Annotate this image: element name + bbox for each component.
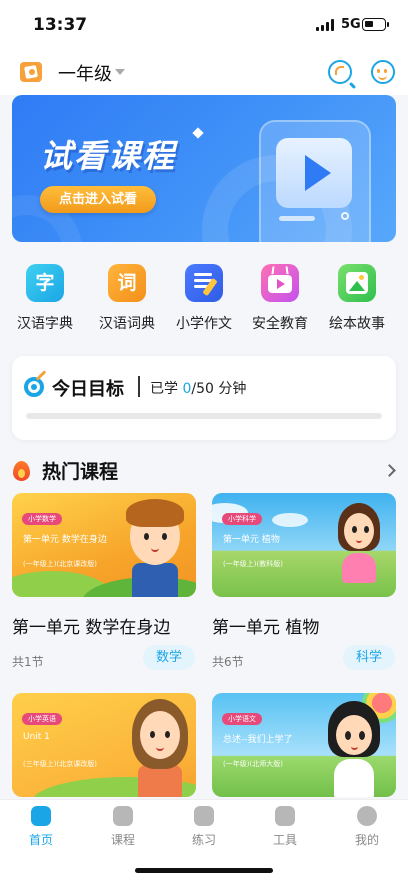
tab-label: 课程 [110, 833, 135, 847]
course-card[interactable]: 小学语文 总述--我们上学了 (一年级)(北师大版) [212, 693, 396, 797]
flame-icon [13, 461, 30, 481]
lesson-count: 共1节 [12, 655, 44, 669]
tab-practice[interactable]: 练习 [163, 800, 245, 860]
thumb-subtitle: (一年级)(北师大版) [223, 760, 283, 768]
divider [138, 376, 140, 397]
tab-label: 工具 [272, 833, 297, 847]
battery-icon [362, 18, 389, 31]
banner-title: 试看课程 [40, 137, 177, 175]
home-indicator [135, 868, 273, 873]
thumb-subtitle: (一年级上)(教科版) [223, 560, 283, 568]
word-icon: 词 [108, 264, 146, 302]
lesson-count: 共6节 [212, 655, 244, 669]
picture-icon [338, 264, 376, 302]
enter-trial-button[interactable]: 点击进入试看 [40, 186, 156, 213]
course-thumbnail: 小学语文 总述--我们上学了 (一年级)(北师大版) [212, 693, 396, 797]
category-label: 小学作文 [176, 316, 232, 332]
app-header: 一年级 [0, 50, 408, 95]
phone-illustration [259, 120, 371, 242]
chevron-right-icon[interactable] [383, 464, 396, 477]
thumb-title: 总述--我们上学了 [223, 735, 293, 745]
notepad-pencil-icon [185, 264, 223, 302]
grade-selector[interactable]: 一年级 [58, 60, 112, 86]
message-icon[interactable] [371, 60, 395, 84]
tab-courses[interactable]: 课程 [82, 800, 164, 860]
sparkle-icon [192, 127, 204, 139]
goal-title: 今日目标 [52, 379, 124, 400]
course-title: 第一单元 植物 [212, 618, 320, 638]
course-thumbnail: 小学英语 Unit 1 (三年级上)(北京课改版) [12, 693, 196, 797]
trial-course-banner[interactable]: 试看课程 点击进入试看 [12, 95, 396, 242]
tab-profile[interactable]: 我的 [326, 800, 408, 860]
course-card[interactable]: 小学数学 第一单元 数学在身边 (一年级上)(北京课改版) 第一单元 数学在身边… [12, 493, 196, 673]
tv-play-icon [261, 264, 299, 302]
hot-courses-header: 热门课程 [0, 456, 408, 486]
course-card[interactable]: 小学英语 Unit 1 (三年级上)(北京课改版) [12, 693, 196, 797]
tab-home[interactable]: 首页 [0, 800, 82, 860]
category-safety[interactable]: 安全教育 [245, 255, 315, 337]
category-composition[interactable]: 小学作文 [169, 255, 239, 337]
course-thumbnail: 小学数学 第一单元 数学在身边 (一年级上)(北京课改版) [12, 493, 196, 597]
course-thumbnail: 小学科学 第一单元 植物 (一年级上)(教科版) [212, 493, 396, 597]
category-dictionary[interactable]: 字 汉语字典 [10, 255, 80, 337]
category-word-dictionary[interactable]: 词 汉语词典 [92, 255, 162, 337]
category-picture-books[interactable]: 绘本故事 [322, 255, 392, 337]
goal-progress-bar [26, 413, 382, 419]
character-icon: 字 [26, 264, 64, 302]
status-time: 13:37 [33, 15, 88, 35]
subject-tag: 小学英语 [22, 713, 62, 725]
category-label: 绘本故事 [329, 316, 385, 332]
thumb-subtitle: (三年级上)(北京课改版) [23, 760, 97, 768]
category-label: 汉语字典 [17, 316, 73, 332]
target-icon [24, 377, 44, 397]
search-icon[interactable] [328, 60, 352, 84]
home-icon [31, 806, 51, 826]
profile-icon [357, 806, 377, 826]
category-label: 安全教育 [252, 316, 308, 332]
course-title: 第一单元 数学在身边 [12, 618, 171, 638]
category-label: 汉语词典 [99, 316, 155, 332]
network-label: 5G [341, 17, 361, 32]
daily-goal-card[interactable]: 今日目标 已学 0/50 分钟 [12, 356, 396, 440]
goal-progress-text: 已学 0/50 分钟 [150, 381, 247, 397]
course-card[interactable]: 小学科学 第一单元 植物 (一年级上)(教科版) 第一单元 植物 共6节 科学 [212, 493, 396, 673]
book-icon [113, 806, 133, 826]
app-logo-icon [20, 62, 42, 82]
tab-label: 练习 [191, 833, 216, 847]
category-row: 字 汉语字典 词 汉语词典 小学作文 安全教育 绘本故事 [0, 255, 408, 337]
play-icon [305, 155, 331, 191]
tab-label: 首页 [28, 833, 53, 847]
tab-tools[interactable]: 工具 [244, 800, 326, 860]
subject-badge[interactable]: 数学 [143, 645, 195, 670]
subject-tag: 小学数学 [22, 513, 62, 525]
section-title: 热门课程 [42, 461, 119, 483]
status-bar: 13:37 5G [0, 0, 408, 50]
thumb-title: Unit 1 [23, 732, 50, 742]
subject-tag: 小学科学 [222, 513, 262, 525]
tab-label: 我的 [354, 833, 379, 847]
thumb-title: 第一单元 数学在身边 [23, 535, 107, 545]
signal-icon [316, 19, 336, 31]
toolbox-icon [275, 806, 295, 826]
thumb-subtitle: (一年级上)(北京课改版) [23, 560, 97, 568]
caret-down-icon[interactable] [115, 69, 125, 75]
subject-tag: 小学语文 [222, 713, 262, 725]
pencil-icon [194, 806, 214, 826]
subject-badge[interactable]: 科学 [343, 645, 395, 670]
thumb-title: 第一单元 植物 [223, 535, 280, 545]
